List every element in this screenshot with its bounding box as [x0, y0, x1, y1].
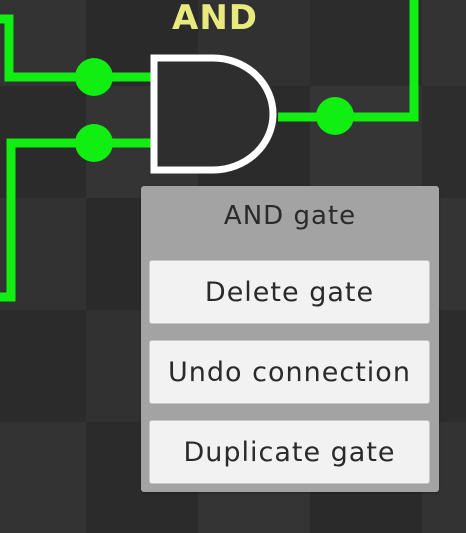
input-pin-b[interactable]: [75, 124, 113, 162]
delete-gate-button[interactable]: Delete gate: [149, 260, 430, 324]
context-menu-title: AND gate: [223, 201, 357, 231]
circuit-canvas[interactable]: AND AND gate Delete gate Undo connection…: [0, 0, 466, 533]
gate-context-menu: AND gate Delete gate Undo connection Dup…: [141, 186, 439, 492]
duplicate-gate-button[interactable]: Duplicate gate: [149, 420, 430, 484]
output-wire[interactable]: [278, 0, 419, 122]
and-gate-body[interactable]: [150, 54, 277, 174]
input-pin-a[interactable]: [75, 58, 113, 96]
input-wire-a[interactable]: [0, 14, 153, 82]
input-wire-b[interactable]: [0, 138, 153, 302]
undo-connection-button[interactable]: Undo connection: [149, 340, 430, 404]
gate-title: AND: [172, 0, 258, 38]
output-pin[interactable]: [316, 97, 354, 135]
